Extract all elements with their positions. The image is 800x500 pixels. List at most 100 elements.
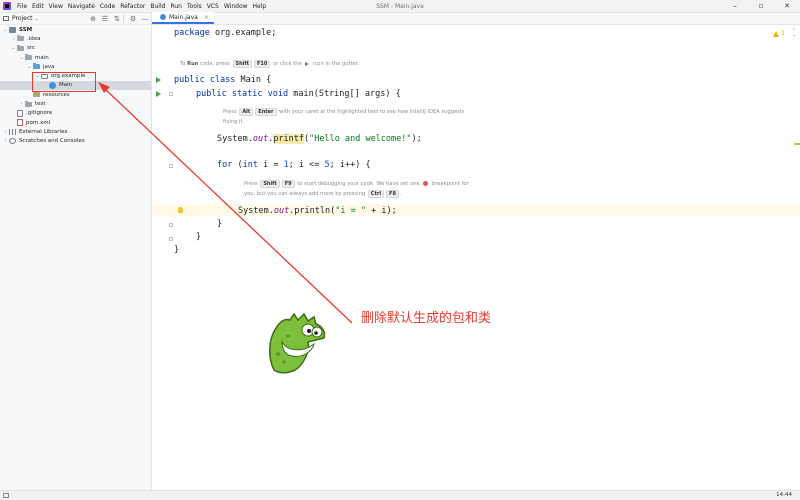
fold-icon[interactable] (169, 223, 173, 227)
enter-key: Enter (255, 108, 277, 116)
gear-icon[interactable]: ⚙ (127, 15, 139, 23)
resources-folder-icon (33, 91, 40, 98)
menu-tools[interactable]: Tools (187, 3, 202, 10)
folder-icon (25, 54, 32, 61)
collapse-all-icon[interactable]: ⇅ (111, 15, 123, 23)
tab-main-java[interactable]: Main.java × (152, 12, 214, 24)
fold-icon[interactable] (169, 164, 173, 168)
run-hint: To Run code, press Shift F10 or click the… (180, 60, 360, 68)
file-icon (17, 109, 23, 117)
caret-position[interactable]: 14:44 (776, 492, 792, 498)
menu-window[interactable]: Window (224, 3, 248, 10)
chevron-right-icon[interactable]: › (10, 36, 17, 42)
menu-bar: File Edit View Navigate Code Refactor Bu… (0, 0, 800, 13)
tree-item-external-libraries[interactable]: › External Libraries (0, 127, 151, 136)
tree-item-scratches-and-consoles[interactable]: › Scratches and Consoles (0, 137, 151, 146)
code-line-package: package org.example; (174, 28, 277, 38)
run-main-icon[interactable] (156, 91, 161, 97)
code-line-close-method: } (196, 232, 202, 242)
panel-toggle-icon[interactable] (3, 493, 9, 498)
tree-item-org-example[interactable]: ⌄ org.example (0, 71, 151, 80)
lightbulb-icon[interactable] (178, 207, 183, 213)
tree-item-ssm[interactable]: ⌄ SSM (0, 25, 151, 34)
tree-item-java[interactable]: ⌄ java (0, 62, 151, 71)
code-line-close-class: } (174, 245, 180, 255)
project-panel-toolbar: ⊕ ☰ ⇅ ⚙ — (87, 14, 151, 23)
chevron-right-icon[interactable]: › (2, 138, 9, 144)
debug-hint: Press Shift F9 to start debugging your co… (244, 180, 469, 198)
chevron-down-icon[interactable]: ⌄ (10, 45, 17, 51)
package-icon (41, 73, 48, 79)
menu-run[interactable]: Run (170, 3, 182, 10)
tree-item-main[interactable]: Main (0, 80, 151, 91)
tree-item-resources[interactable]: resources (0, 90, 151, 99)
tree-item-label: Main (59, 82, 73, 89)
java-class-icon (160, 14, 166, 20)
tree-item-main[interactable]: ⌄ main (0, 53, 151, 62)
editor-tab-bar: Main.java × (152, 12, 800, 25)
chevron-right-icon[interactable]: › (2, 129, 9, 135)
maximize-button[interactable]: ▫ (748, 0, 774, 13)
tree-item-idea[interactable]: › .idea (0, 34, 151, 43)
ctrl-key: Ctrl (367, 190, 385, 198)
scratch-icon (9, 138, 16, 145)
menu-code[interactable]: Code (100, 3, 115, 10)
tree-item-label: .gitignore (26, 110, 53, 117)
minimize-button[interactable]: – (722, 0, 748, 13)
tree-item-pom-xml[interactable]: pom.xml (0, 118, 151, 127)
fold-icon[interactable] (169, 237, 173, 241)
project-panel-title[interactable]: Project (12, 15, 33, 22)
close-window-button[interactable]: ✕ (774, 0, 800, 13)
chevron-right-icon[interactable]: › (18, 101, 25, 107)
menu-navigate[interactable]: Navigate (68, 3, 95, 10)
menu-refactor[interactable]: Refactor (120, 3, 145, 10)
menu-edit[interactable]: Edit (32, 3, 44, 10)
window-controls: – ▫ ✕ (722, 0, 800, 13)
close-icon[interactable]: × (204, 14, 209, 21)
menu-vcs[interactable]: VCS (207, 3, 219, 10)
run-class-icon[interactable] (156, 77, 161, 83)
class-icon (49, 81, 56, 89)
chevron-down-icon[interactable]: ⌄ (18, 55, 25, 61)
chevron-down-icon[interactable]: ⌄ (35, 16, 39, 22)
f9-key: F9 (281, 180, 295, 188)
tree-item-test[interactable]: › test (0, 99, 151, 108)
menu-file[interactable]: File (17, 3, 27, 10)
code-line-close-for: } (217, 219, 223, 229)
shift-key: Shift (260, 180, 280, 188)
menu-build[interactable]: Build (150, 3, 165, 10)
breakpoint-icon (423, 181, 429, 186)
select-opened-file-icon[interactable]: ⊕ (87, 15, 99, 23)
f10-key: F10 (253, 60, 271, 68)
tree-item-label: java (43, 63, 55, 70)
tree-item-label: main (35, 54, 49, 61)
shift-key: Shift (232, 60, 252, 68)
warning-count: 1 (781, 30, 785, 37)
annotation-text: 删除默认生成的包和类 (361, 311, 492, 326)
chevron-down-icon[interactable]: ⌄ (34, 73, 41, 79)
crocodile-mascot-image (269, 312, 326, 374)
tree-item-src[interactable]: ⌄ src (0, 44, 151, 53)
tree-item-label: External Libraries (19, 128, 68, 135)
pom-file-icon (17, 119, 23, 127)
project-panel-header: Project ⌄ ⊕ ☰ ⇅ ⚙ — (0, 13, 151, 25)
scrollbar-marker[interactable] (794, 143, 800, 145)
chevron-down-icon[interactable]: ⌄ (26, 64, 33, 70)
expand-all-icon[interactable]: ☰ (99, 15, 111, 23)
navigate-problems-icon[interactable]: ⌃ ⌄ (792, 29, 796, 38)
hide-panel-icon[interactable]: — (139, 15, 151, 23)
tree-item-gitignore[interactable]: .gitignore (0, 109, 151, 118)
folder-icon (17, 44, 24, 51)
chevron-down-icon[interactable]: ⌄ (2, 27, 9, 33)
module-icon (9, 26, 16, 33)
run-icon (305, 61, 310, 66)
menu-help[interactable]: Help (253, 3, 267, 10)
warning-indicator[interactable]: 1 (773, 30, 785, 37)
project-view-icon (3, 16, 9, 21)
menu-view[interactable]: View (49, 3, 63, 10)
tree-item-label: pom.xml (26, 119, 51, 126)
fold-icon[interactable] (169, 92, 173, 96)
alt-enter-hint: Press Alt Enter with your caret at the hi… (223, 108, 465, 125)
tab-label: Main.java (169, 13, 198, 21)
code-editor[interactable]: 1 ⌃ ⌄ package org.example; To Run code, p… (152, 25, 800, 490)
